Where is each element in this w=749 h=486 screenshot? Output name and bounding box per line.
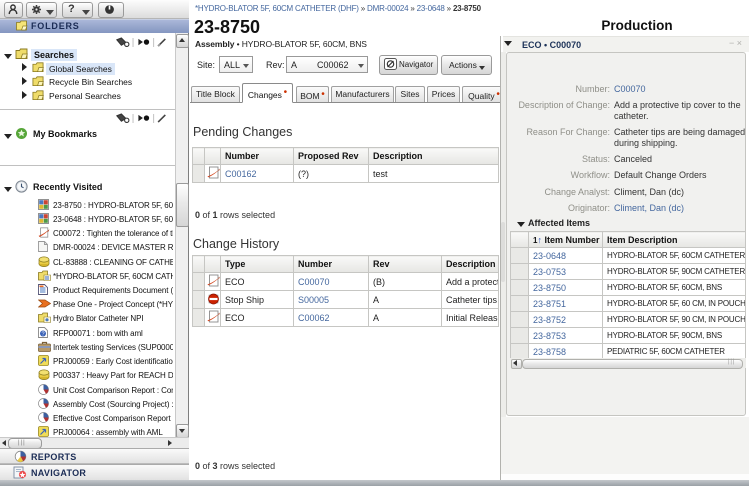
svg-text:?: ? [41,332,44,338]
